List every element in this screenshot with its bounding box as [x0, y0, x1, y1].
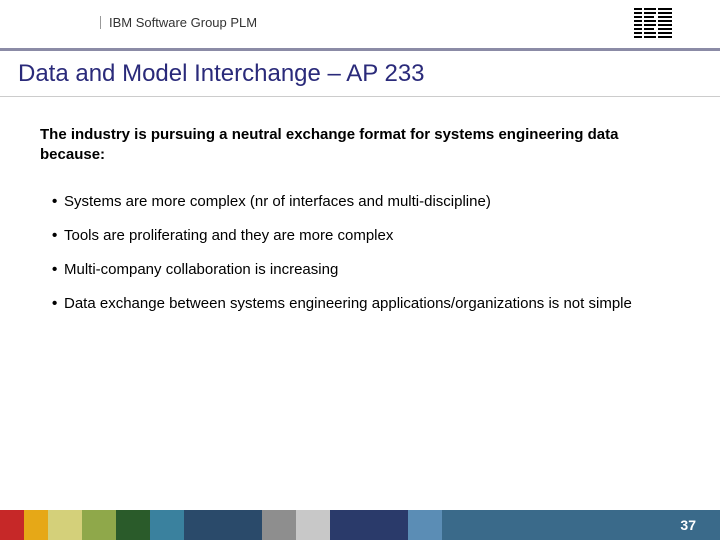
footer-chip [82, 510, 116, 540]
footer-chip [262, 510, 296, 540]
footer-chip [184, 510, 262, 540]
footer-chip [408, 510, 442, 540]
footer-chip [48, 510, 82, 540]
header-group-label: IBM Software Group PLM [100, 16, 257, 29]
list-item: Systems are more complex (nr of interfac… [52, 192, 680, 212]
list-item: Tools are proliferating and they are mor… [52, 226, 680, 246]
header-underline [0, 48, 720, 51]
footer-bar: 37 [0, 510, 720, 540]
page-number: 37 [680, 510, 696, 540]
slide-title: Data and Model Interchange – AP 233 [18, 60, 702, 88]
footer-chip [0, 510, 24, 540]
intro-text: The industry is pursuing a neutral excha… [40, 125, 680, 166]
slide-body: The industry is pursuing a neutral excha… [0, 97, 720, 315]
footer-fill: 37 [442, 510, 720, 540]
list-item: Multi-company collaboration is increasin… [52, 260, 680, 280]
footer-chip [116, 510, 150, 540]
bullet-list: Systems are more complex (nr of interfac… [40, 192, 680, 315]
footer-chip [330, 510, 408, 540]
slide-header: IBM Software Group PLM [0, 0, 720, 44]
ibm-logo [634, 8, 672, 38]
title-area: Data and Model Interchange – AP 233 [0, 44, 720, 97]
list-item: Data exchange between systems engineerin… [52, 294, 680, 314]
footer-chip [150, 510, 184, 540]
footer-chip [296, 510, 330, 540]
footer-chip [24, 510, 48, 540]
